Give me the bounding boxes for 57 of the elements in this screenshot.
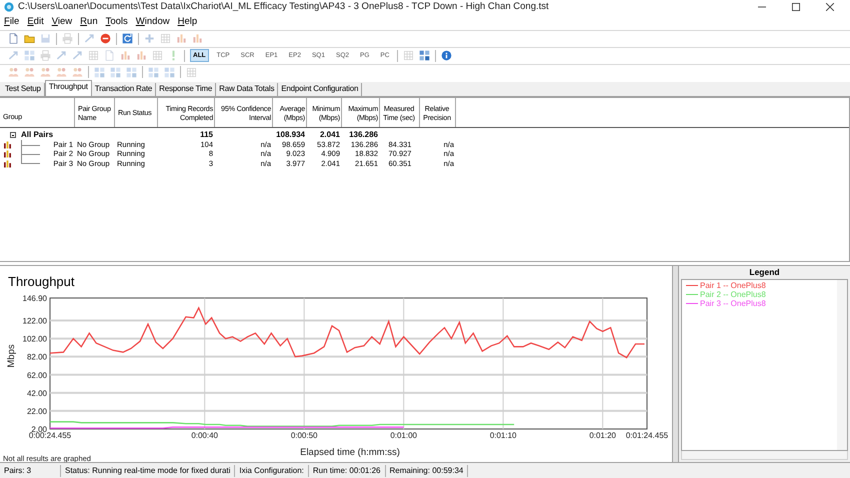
status-text: Remaining: 00:59:34 [386, 464, 468, 477]
tab[interactable]: Throughput [44, 80, 92, 96]
axis-title: Mbps [6, 344, 17, 368]
status-text: Ixia Configuration: [235, 464, 309, 477]
refresh-icon[interactable] [122, 33, 133, 44]
close-button[interactable] [826, 2, 834, 11]
scrollbar[interactable] [837, 280, 847, 450]
tab[interactable]: Response Time [156, 83, 216, 96]
legend-item: Pair 2 -- OnePlus8 [686, 290, 833, 300]
tab[interactable]: Endpoint Configuration [278, 83, 362, 96]
menu-item[interactable]: Tools [106, 16, 128, 28]
legend-item: Pair 3 -- OnePlus8 [686, 299, 833, 308]
splitter[interactable] [672, 266, 679, 462]
window-title: C:\Users\Loaner\Documents\Test Data\IxChariot\AI_ML Efficacy Testing\AP43 - 3 OnePlus8 - TCP Down - High Chan Cong.tst [18, 1, 549, 12]
scrollbar[interactable] [681, 451, 848, 460]
legend-title: Legend [748, 266, 781, 280]
table-cell-text: 115 [199, 130, 214, 140]
folder-icon[interactable] [24, 33, 35, 44]
table-cell-text: 108.934 [275, 130, 306, 140]
group-name: All Pairs [21, 130, 54, 140]
menu-item[interactable]: View [52, 16, 72, 28]
menu-item[interactable]: Edit [27, 16, 44, 28]
axis-tick-label: 0:01:10 [490, 431, 517, 440]
axis-tick-label: 0:01:20 [589, 431, 616, 440]
tab[interactable]: Transaction Rate [92, 83, 156, 96]
axis-tick-label: 62.00 [26, 370, 47, 380]
axis-tick-label: 42.00 [26, 388, 47, 398]
document-icon[interactable] [8, 33, 19, 44]
tab[interactable]: Raw Data Totals [216, 83, 278, 96]
legend-item: Pair 1 -- OnePlus8 [686, 281, 833, 290]
axis-tick-label: 0:01:00 [390, 431, 418, 440]
menu-item[interactable]: Help [178, 16, 198, 28]
axis-tick-label: 0:00:24.455 [28, 431, 72, 440]
maximize-button[interactable] [792, 2, 800, 11]
axis-title: Elapsed time (h:mm:ss) [300, 447, 400, 458]
collapse-toggle[interactable] [10, 132, 16, 138]
table-cell-text: 2.041 [318, 130, 341, 140]
status-text: Run time: 00:01:26 [308, 464, 386, 477]
chart-title: Throughput [8, 274, 74, 290]
info-icon[interactable] [441, 50, 452, 62]
axis-tick-label: 0:01:24.455 [626, 431, 668, 440]
stop-icon[interactable] [100, 33, 111, 44]
table-cell-text: 136.286 [348, 130, 379, 140]
status-text: Status: Running real-time mode for fixed durati [61, 464, 236, 477]
menu-item[interactable]: Window [136, 16, 170, 28]
grid-icon[interactable] [419, 50, 430, 62]
menu-item[interactable]: File [4, 16, 20, 28]
axis-tick-label: 82.00 [26, 352, 47, 362]
axis-tick-label: 102.00 [22, 334, 47, 344]
axis-tick-label: 22.00 [26, 407, 47, 416]
axis-tick-label: 0:00:50 [290, 431, 318, 440]
axis-tick-label: 122.00 [22, 316, 47, 326]
axis-tick-label: 0:00:40 [191, 431, 218, 440]
menu-item[interactable]: Run [80, 16, 98, 28]
status-text: Pairs: 3 [0, 464, 61, 477]
axis-tick-label: 146.90 [22, 294, 47, 304]
app-icon [4, 2, 14, 12]
